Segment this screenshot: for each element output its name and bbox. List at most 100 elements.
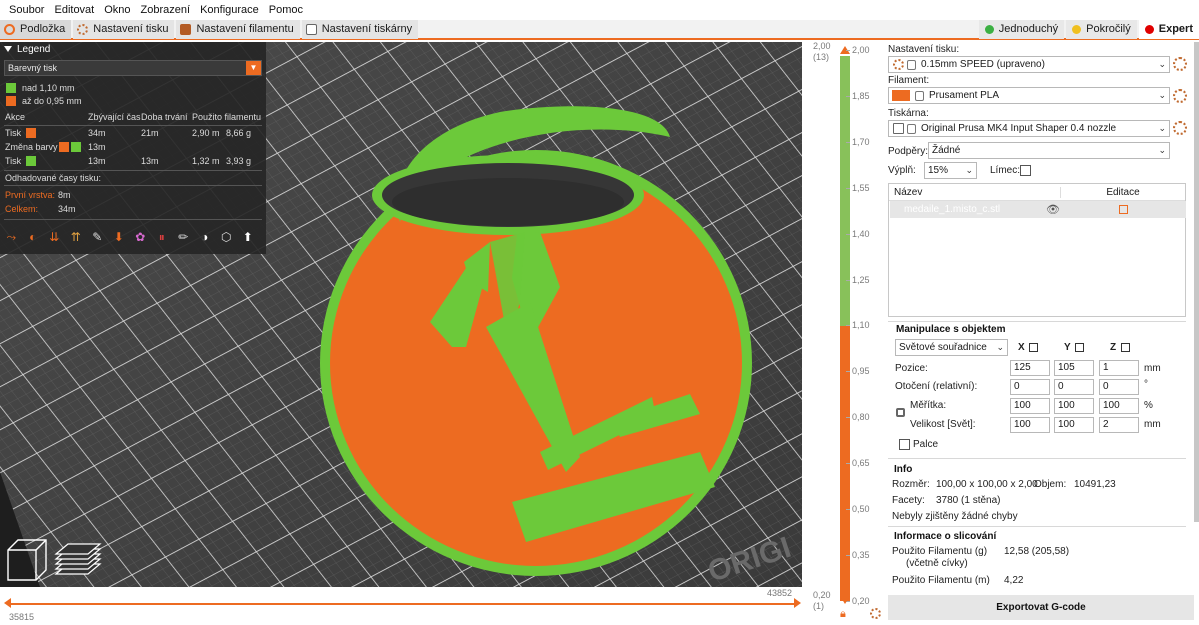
drop-to-bed-icon[interactable]	[1029, 343, 1038, 352]
legend-title: Legend	[17, 43, 51, 55]
layers-view-icon[interactable]	[54, 543, 102, 575]
cube-view-icon[interactable]	[7, 539, 47, 581]
view-type-select[interactable]: Barevný tisk ▼	[4, 60, 262, 76]
vslider-tick-label: 0,50	[846, 504, 870, 514]
object-row[interactable]: medaile_1.misto_c.stl 👁︎	[890, 201, 1186, 218]
wipe-icon[interactable]: ◐	[26, 229, 41, 245]
chevron-down-icon: ⌄	[1158, 90, 1166, 100]
tab-print-settings[interactable]: Nastavení tisku	[73, 19, 175, 39]
axis-z-label: Z	[1110, 342, 1117, 353]
scale-x-input[interactable]: 100	[1010, 398, 1050, 414]
settings-gear-icon[interactable]	[1173, 57, 1187, 71]
position-y-input[interactable]: 105	[1054, 360, 1094, 376]
filament-select[interactable]: Prusament PLA ⌄	[888, 87, 1170, 104]
object-list[interactable]: Název Editace medaile_1.misto_c.stl 👁︎	[888, 183, 1186, 317]
row-length: 2,90 m	[192, 128, 220, 138]
mode-simple[interactable]: Jednoduchý	[978, 19, 1065, 39]
vslider-tick-label: 0,95	[846, 366, 870, 377]
legend-color-item: až do 0,95 mm	[6, 95, 82, 107]
infill-select[interactable]: 15% ⌄	[924, 162, 977, 179]
lock-icon	[907, 123, 916, 134]
mode-expert[interactable]: Expert	[1138, 19, 1199, 39]
tool-marker-icon[interactable]: ⬆	[241, 229, 256, 245]
export-gcode-button[interactable]: Exportovat G-code	[888, 595, 1194, 620]
sidebar-scrollbar[interactable]	[1194, 42, 1199, 522]
settings-gear-icon[interactable]	[1173, 121, 1187, 135]
filament-color-swatch[interactable]	[892, 90, 910, 101]
first-layer-label: První vrstva:	[5, 190, 56, 200]
row-remaining: 34m	[88, 128, 106, 138]
retractions-icon[interactable]: ⇊	[47, 229, 62, 245]
menu-help[interactable]: Pomoc	[264, 4, 308, 16]
menu-edit[interactable]: Editovat	[49, 4, 99, 16]
size-y-input[interactable]: 100	[1054, 417, 1094, 433]
menu-configuration[interactable]: Konfigurace	[195, 4, 264, 16]
tab-print-settings-label: Nastavení tisku	[93, 23, 169, 35]
vslider-bottom-thumb[interactable]	[840, 596, 850, 604]
tool-changes-icon[interactable]: ⬇	[112, 229, 127, 245]
scale-y-input[interactable]: 100	[1054, 398, 1094, 414]
hslider-right-thumb[interactable]	[794, 598, 801, 608]
chevron-down-icon: ⌄	[1158, 145, 1166, 155]
deretractions-icon[interactable]: ⇈	[69, 229, 84, 245]
drop-to-bed-icon[interactable]	[1121, 343, 1130, 352]
center-of-gravity-icon[interactable]: ◑	[198, 229, 213, 245]
size-z-input[interactable]: 2	[1099, 417, 1139, 433]
legend-panel: Legend Barevný tisk ▼ nad 1,10 mm až do …	[0, 42, 266, 254]
filament-value: Prusament PLA	[929, 90, 1000, 101]
color-changes-icon[interactable]: ✿	[133, 229, 148, 245]
volume-label: Objem:	[1034, 479, 1067, 490]
lock-icon	[907, 59, 916, 70]
gear-icon	[77, 23, 89, 35]
lock-icon[interactable]: 🔒︎	[840, 608, 846, 621]
rotation-z-input[interactable]: 0	[1099, 379, 1139, 395]
tab-plater[interactable]: Podložka	[0, 19, 72, 39]
row-weight: 3,93 g	[226, 156, 252, 166]
tab-bar: Podložka Nastavení tisku Nastavení filam…	[0, 19, 1199, 40]
scale-z-input[interactable]: 100	[1099, 398, 1139, 414]
edit-icon[interactable]	[1119, 205, 1128, 214]
seams-icon[interactable]: ✎	[90, 229, 105, 245]
vertical-layers-slider[interactable]: 2,00 (13) 2,00 1,85 1,70 1,55 1,40 1,25 1,10 0,…	[802, 41, 888, 625]
shells-icon[interactable]: ⬡	[219, 229, 234, 245]
position-x-input[interactable]: 125	[1010, 360, 1050, 376]
tab-filament-settings[interactable]: Nastavení filamentu	[176, 19, 300, 39]
menu-view[interactable]: Zobrazení	[136, 4, 196, 16]
mode-advanced[interactable]: Pokročilý	[1066, 19, 1137, 39]
col-filament: Použito filamentu	[192, 112, 262, 122]
drop-to-bed-icon[interactable]	[1075, 343, 1084, 352]
lock-icon[interactable]	[896, 408, 905, 417]
printer-value: Original Prusa MK4 Input Shaper 0.4 nozz…	[921, 123, 1117, 134]
vslider-tick-label: 1,40	[846, 228, 870, 239]
settings-gear-icon[interactable]	[870, 608, 881, 619]
print-settings-value: 0.15mm SPEED (upraveno)	[921, 59, 1045, 70]
horizontal-moves-slider[interactable]: 43852 35815 ↻	[0, 587, 828, 625]
pause-prints-icon[interactable]: ⏸	[155, 229, 170, 245]
position-z-input[interactable]: 1	[1099, 360, 1139, 376]
coordinates-select[interactable]: Světové souřadnice ⌄	[895, 339, 1008, 356]
hslider-track[interactable]	[8, 603, 798, 605]
travel-icon[interactable]: ⤳	[4, 229, 19, 245]
facets-label: Facety:	[892, 495, 925, 506]
slice-info-title: Informace o slicování	[894, 531, 997, 542]
legend-header[interactable]: Legend	[0, 42, 266, 56]
unit-percent: %	[1144, 400, 1153, 411]
settings-gear-icon[interactable]	[1173, 89, 1187, 103]
size-x-input[interactable]: 100	[1010, 417, 1050, 433]
menu-window[interactable]: Okno	[99, 4, 135, 16]
printer-select[interactable]: Original Prusa MK4 Input Shaper 0.4 nozz…	[888, 120, 1170, 137]
eye-icon[interactable]: 👁︎	[1046, 203, 1060, 216]
menu-file[interactable]: Soubor	[4, 4, 49, 16]
brim-checkbox[interactable]	[1020, 165, 1031, 176]
rotation-y-input[interactable]: 0	[1054, 379, 1094, 395]
custom-gcodes-icon[interactable]: ✏	[176, 229, 191, 245]
hslider-left-thumb[interactable]	[4, 598, 11, 608]
inches-checkbox[interactable]	[899, 439, 910, 450]
mode-simple-label: Jednoduchý	[998, 23, 1059, 35]
scale-label: Měřítka:	[910, 400, 947, 411]
mode-expert-label: Expert	[1158, 23, 1193, 35]
supports-select[interactable]: Žádné ⌄	[928, 142, 1170, 159]
rotation-x-input[interactable]: 0	[1010, 379, 1050, 395]
print-settings-select[interactable]: 0.15mm SPEED (upraveno) ⌄	[888, 56, 1170, 73]
tab-printer-settings[interactable]: Nastavení tiskárny	[301, 19, 419, 39]
